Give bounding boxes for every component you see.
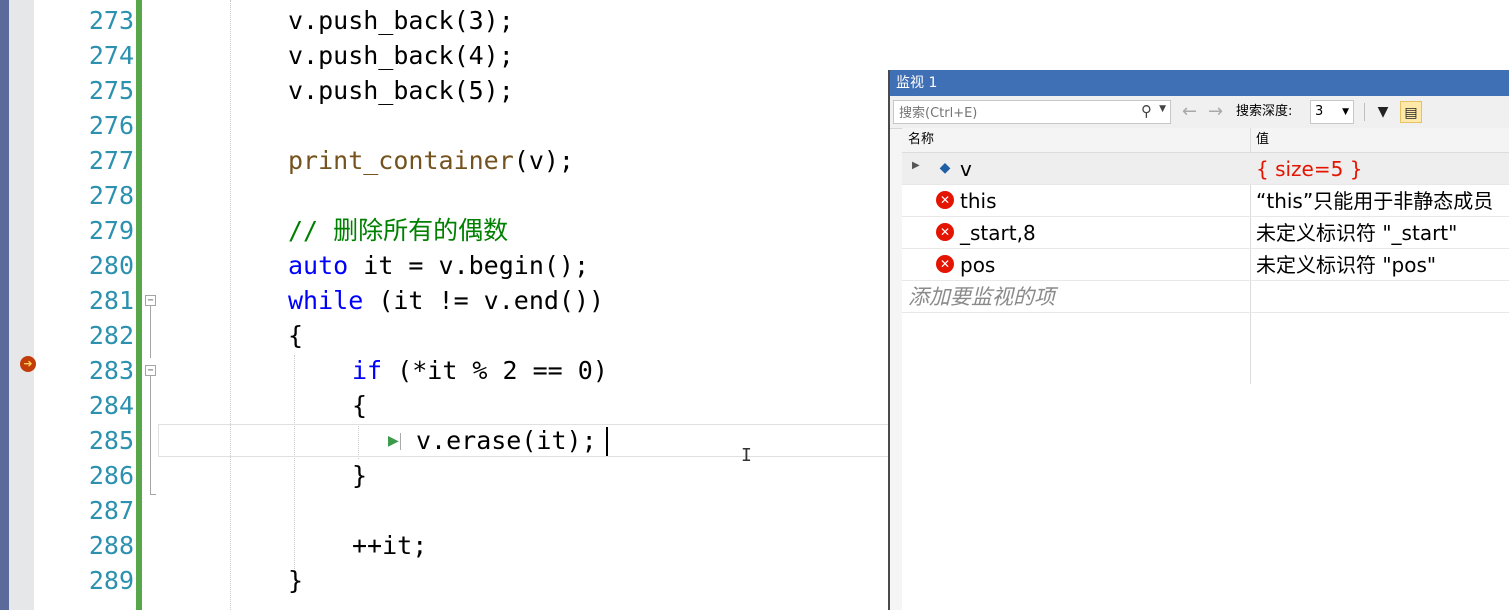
glyph-margin[interactable]: ➜: [9, 0, 36, 610]
watch-window-title[interactable]: 监视 1: [890, 70, 1509, 96]
line-number: 274: [88, 41, 134, 70]
line-number: 288: [88, 531, 134, 560]
line-number: 289: [88, 566, 134, 595]
line-number: 276: [88, 111, 134, 140]
line-number: 273: [88, 6, 134, 35]
line-number: 284: [88, 391, 134, 420]
line-number: 281: [88, 286, 134, 315]
watch-item-name[interactable]: pos: [960, 249, 995, 281]
keyword: auto: [288, 251, 349, 280]
error-icon: ✕: [936, 191, 954, 209]
hex-display-toggle-icon[interactable]: ▤: [1400, 101, 1422, 123]
watch-row[interactable]: ✕ pos 未定义标识符 "pos": [902, 249, 1509, 281]
line-number: 275: [88, 76, 134, 105]
line-number-gutter: 273 274 275 276 277 278 279 280 281 282 …: [34, 0, 134, 610]
code-line-274[interactable]: v.push_back(4);: [288, 38, 514, 73]
code-line-280[interactable]: auto it = v.begin();: [288, 248, 589, 283]
watch-item-value[interactable]: 未定义标识符 "_start": [1256, 217, 1457, 249]
code-line-273[interactable]: v.push_back(3);: [288, 3, 514, 38]
search-icon[interactable]: ⚲: [1141, 102, 1152, 120]
collapse-while-icon[interactable]: −: [145, 295, 156, 306]
watch-row[interactable]: ▶ ◆ v { size=5 }: [902, 153, 1509, 185]
line-number: 280: [88, 251, 134, 280]
indent-guide: [294, 355, 295, 577]
watch-grid-header: 名称 值: [902, 128, 1509, 153]
collapse-if-icon[interactable]: −: [145, 365, 156, 376]
line-number: 287: [88, 496, 134, 525]
pin-filter-icon[interactable]: ▼: [1372, 101, 1394, 123]
column-header-value[interactable]: 值: [1250, 128, 1269, 152]
outline-line-end: [150, 494, 156, 495]
code-line-277[interactable]: print_container(v);: [288, 143, 574, 178]
watch-item-name[interactable]: v: [960, 153, 972, 185]
change-tracking-bar: [136, 0, 142, 610]
code-text: (v);: [513, 146, 574, 175]
watch-item-value[interactable]: “this”只能用于非静态成员: [1256, 185, 1493, 217]
search-forward-arrow-icon[interactable]: →: [1208, 100, 1223, 124]
code-line-281[interactable]: while (it != v.end()): [288, 283, 604, 318]
error-icon: ✕: [936, 223, 954, 241]
search-depth-select[interactable]: 3 ▼: [1310, 100, 1354, 124]
code-line-289[interactable]: }: [288, 563, 303, 598]
search-depth-value: 3: [1315, 104, 1324, 119]
code-line-284[interactable]: {: [352, 388, 367, 423]
watch-window[interactable]: 监视 1 ⚲ ▼ ← → 搜索深度: 3 ▼ ▼ ▤ 名称 值 ▶ ◆ v { …: [888, 70, 1509, 610]
toolbar-separator: [1364, 103, 1365, 121]
watch-item-name[interactable]: this: [960, 185, 997, 217]
outline-line: [150, 306, 151, 358]
code-line-282[interactable]: {: [288, 318, 303, 353]
error-icon: ✕: [936, 255, 954, 273]
search-dropdown-icon[interactable]: ▼: [1159, 104, 1166, 114]
watch-item-value[interactable]: 未定义标识符 "pos": [1256, 249, 1436, 281]
watch-item-value[interactable]: { size=5 }: [1256, 153, 1362, 185]
add-watch-item-placeholder[interactable]: 添加要监视的项: [908, 281, 1055, 313]
mouse-ibeam-cursor-icon: I: [741, 445, 752, 466]
watch-toolbar: ⚲ ▼ ← → 搜索深度: 3 ▼ ▼ ▤: [890, 96, 1509, 129]
code-line-288[interactable]: ++it;: [352, 528, 427, 563]
keyword: if: [352, 356, 383, 385]
code-line-275[interactable]: v.push_back(5);: [288, 73, 514, 108]
search-back-arrow-icon[interactable]: ←: [1182, 100, 1197, 124]
code-comment-279[interactable]: // 删除所有的偶数: [288, 213, 508, 248]
editor-left-strip: [0, 0, 9, 610]
code-text: it = v.begin();: [348, 251, 590, 280]
watch-item-name[interactable]: _start,8: [960, 217, 1036, 249]
code-text: (*it % 2 == 0): [382, 356, 608, 385]
line-number: 282: [88, 321, 134, 350]
code-line-283[interactable]: if (*it % 2 == 0): [352, 353, 608, 388]
watch-grid[interactable]: 名称 值 ▶ ◆ v { size=5 } ✕ this “this”只能用于非…: [902, 128, 1509, 610]
line-number: 283: [88, 356, 134, 385]
line-number: 277: [88, 146, 134, 175]
column-header-name[interactable]: 名称: [902, 128, 934, 152]
keyword: while: [288, 286, 364, 315]
watch-search-input[interactable]: [894, 101, 1131, 125]
code-line-286[interactable]: }: [352, 458, 367, 493]
line-number: 279: [88, 216, 134, 245]
function-name: print_container: [288, 146, 514, 175]
add-watch-row[interactable]: 添加要监视的项: [902, 281, 1509, 313]
watch-row[interactable]: ✕ _start,8 未定义标识符 "_start": [902, 217, 1509, 249]
object-icon: ◆: [939, 160, 951, 176]
search-depth-label: 搜索深度:: [1236, 104, 1293, 119]
chevron-down-icon: ▼: [1342, 107, 1349, 117]
code-text: (it != v.end()): [363, 286, 605, 315]
line-number: 285: [88, 426, 134, 455]
text-caret: [606, 427, 608, 456]
indent-guide: [230, 0, 231, 610]
watch-search-box[interactable]: ⚲ ▼: [893, 100, 1171, 125]
outline-line: [150, 376, 151, 494]
code-line-285[interactable]: v.erase(it);: [416, 423, 597, 458]
watch-row[interactable]: ✕ this “this”只能用于非静态成员: [902, 185, 1509, 217]
expand-arrow-icon[interactable]: ▶: [912, 160, 920, 171]
line-number: 286: [88, 461, 134, 490]
step-marker-icon: ▶: [388, 432, 404, 450]
line-number: 278: [88, 181, 134, 210]
